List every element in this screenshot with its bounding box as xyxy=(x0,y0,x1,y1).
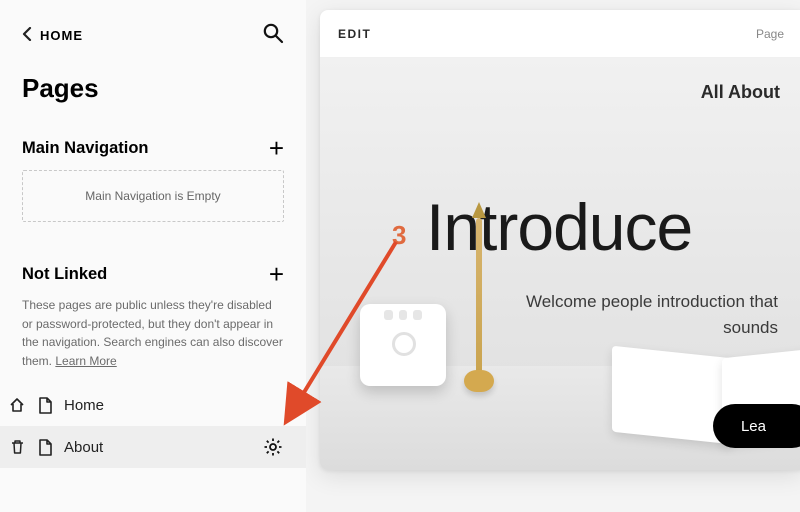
preview-pane: EDIT Page All About Introduce Welcome pe… xyxy=(306,0,800,512)
hero-body-text: Welcome people introduction that sounds xyxy=(494,289,778,342)
page-type-badge: Page xyxy=(756,27,784,41)
hero-pencil-base xyxy=(464,370,494,392)
not-linked-heading: Not Linked xyxy=(22,265,107,284)
page-label: About xyxy=(64,439,252,456)
chevron-left-icon xyxy=(22,27,34,44)
page-label: Home xyxy=(64,397,284,414)
trash-icon[interactable] xyxy=(8,438,26,456)
page-icon xyxy=(36,438,54,456)
edit-button[interactable]: EDIT xyxy=(338,27,371,41)
page-title: Pages xyxy=(0,73,306,126)
main-nav-empty: Main Navigation is Empty xyxy=(22,170,284,222)
page-list: Home About xyxy=(0,384,306,468)
learn-more-link[interactable]: Learn More xyxy=(55,354,116,368)
back-button[interactable]: HOME xyxy=(22,27,83,44)
add-not-linked-button[interactable]: + xyxy=(269,261,284,287)
preview-topbar: EDIT Page xyxy=(320,10,800,58)
not-linked-section: Not Linked + These pages are public unle… xyxy=(0,252,306,384)
sidebar-header: HOME xyxy=(0,22,306,73)
home-icon xyxy=(8,396,26,414)
hero-subtitle: All About xyxy=(344,82,780,103)
annotation-number: 3 xyxy=(392,220,406,251)
hero-device xyxy=(360,304,446,386)
main-nav-section: Main Navigation + Main Navigation is Emp… xyxy=(0,126,306,252)
sidebar: HOME Pages Main Navigation + Main Naviga… xyxy=(0,0,306,512)
not-linked-description: These pages are public unless they're di… xyxy=(22,296,284,384)
page-row-about[interactable]: About xyxy=(0,426,306,468)
main-nav-heading: Main Navigation xyxy=(22,139,149,158)
search-icon[interactable] xyxy=(262,22,284,49)
hero-pencil xyxy=(476,218,482,374)
back-label: HOME xyxy=(40,28,83,43)
add-main-nav-button[interactable]: + xyxy=(269,135,284,161)
page-icon xyxy=(36,396,54,414)
gear-icon[interactable] xyxy=(262,436,284,458)
hero-section: All About Introduce Welcome people intro… xyxy=(320,58,800,470)
page-row-home[interactable]: Home xyxy=(0,384,306,426)
cta-button[interactable]: Lea xyxy=(713,404,800,448)
